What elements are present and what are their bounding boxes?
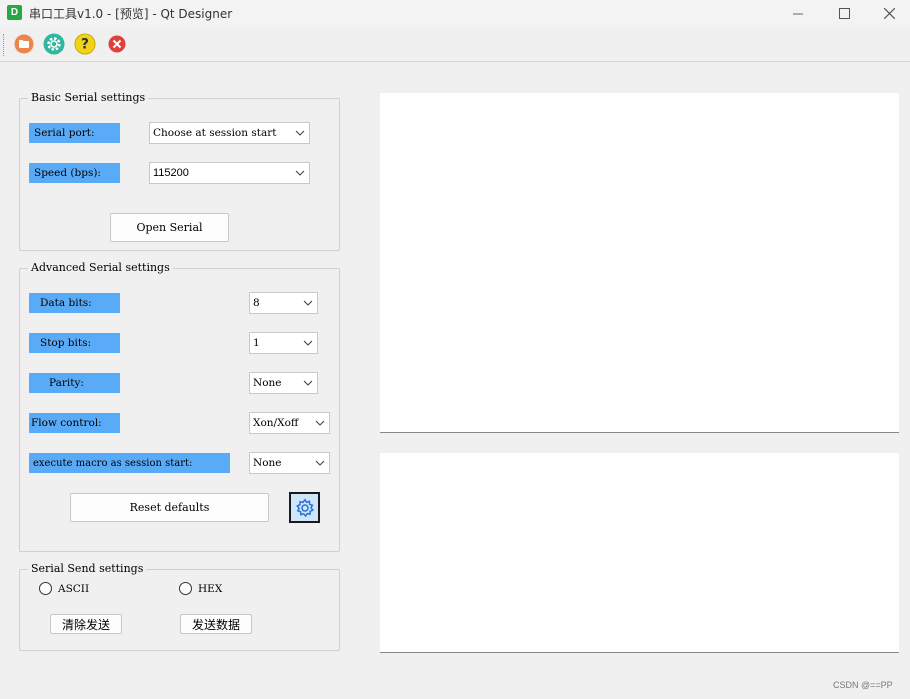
close-icon	[108, 35, 126, 53]
ascii-radio-label: ASCII	[58, 582, 90, 595]
serial-send-title: Serial Send settings	[28, 562, 147, 575]
toolbar-grip[interactable]	[3, 34, 6, 56]
app-icon: D	[7, 5, 22, 20]
parity-label: Parity:	[29, 373, 120, 393]
window-title: 串口工具v1.0 - [预览] - Qt Designer	[29, 7, 233, 21]
chevron-down-icon	[303, 380, 313, 386]
send-text-area[interactable]	[380, 453, 899, 653]
parity-value: None	[253, 377, 282, 389]
send-data-button[interactable]: 发送数据	[180, 614, 252, 634]
open-button[interactable]	[13, 33, 35, 55]
flow-control-value: Xon/Xoff	[253, 417, 299, 429]
stop-bits-label: Stop bits:	[29, 333, 120, 353]
exit-button[interactable]	[106, 33, 128, 55]
close-icon	[883, 8, 895, 19]
settings-button[interactable]	[43, 33, 65, 55]
chevron-down-icon	[295, 130, 305, 136]
help-button[interactable]: ?	[74, 33, 96, 55]
advanced-serial-title: Advanced Serial settings	[28, 261, 173, 274]
ascii-radio[interactable]: ASCII	[39, 582, 89, 595]
data-bits-value: 8	[253, 297, 260, 309]
svg-text:?: ?	[81, 37, 89, 53]
stop-bits-value: 1	[253, 337, 260, 349]
minimize-button[interactable]	[775, 0, 821, 27]
speed-label: Speed (bps):	[29, 163, 120, 183]
watermark: CSDN @==PP	[833, 680, 893, 690]
radio-circle	[179, 582, 192, 595]
data-bits-combo[interactable]: 8	[249, 292, 318, 314]
chevron-down-icon	[315, 420, 325, 426]
chevron-down-icon	[315, 460, 325, 466]
close-window-button[interactable]	[866, 0, 910, 27]
chevron-down-icon	[303, 300, 313, 306]
parity-combo[interactable]: None	[249, 372, 318, 394]
minimize-icon	[793, 13, 803, 14]
serial-port-value: Choose at session start	[153, 127, 277, 139]
clear-send-button[interactable]: 清除发送	[50, 614, 122, 634]
data-bits-label: Data bits:	[29, 293, 120, 313]
flow-control-label: Flow control:	[29, 413, 120, 433]
basic-serial-title: Basic Serial settings	[28, 91, 149, 104]
title-bar: D 串口工具v1.0 - [预览] - Qt Designer	[0, 0, 910, 27]
receive-text-area[interactable]	[380, 93, 899, 433]
maximize-icon	[838, 8, 850, 19]
radio-circle	[39, 582, 52, 595]
speed-value: 115200	[153, 167, 189, 179]
macro-value: None	[253, 457, 282, 469]
gear-icon	[295, 498, 314, 517]
serial-port-label: Serial port:	[29, 123, 120, 143]
hex-radio[interactable]: HEX	[179, 582, 222, 595]
reset-defaults-button[interactable]: Reset defaults	[70, 493, 269, 522]
speed-combo[interactable]: 115200	[149, 162, 310, 184]
macro-label: execute macro as session start:	[29, 453, 230, 473]
chevron-down-icon	[303, 340, 313, 346]
maximize-button[interactable]	[821, 0, 867, 27]
stop-bits-combo[interactable]: 1	[249, 332, 318, 354]
macro-combo[interactable]: None	[249, 452, 330, 474]
serial-port-combo[interactable]: Choose at session start	[149, 122, 310, 144]
open-folder-icon	[14, 34, 34, 54]
help-icon: ?	[74, 33, 96, 55]
advanced-settings-button[interactable]	[289, 492, 320, 523]
flow-control-combo[interactable]: Xon/Xoff	[249, 412, 330, 434]
hex-radio-label: HEX	[198, 582, 223, 595]
open-serial-button[interactable]: Open Serial	[110, 213, 229, 242]
chevron-down-icon	[295, 170, 305, 176]
toolbar: ?	[0, 28, 910, 62]
gear-icon	[43, 33, 65, 55]
